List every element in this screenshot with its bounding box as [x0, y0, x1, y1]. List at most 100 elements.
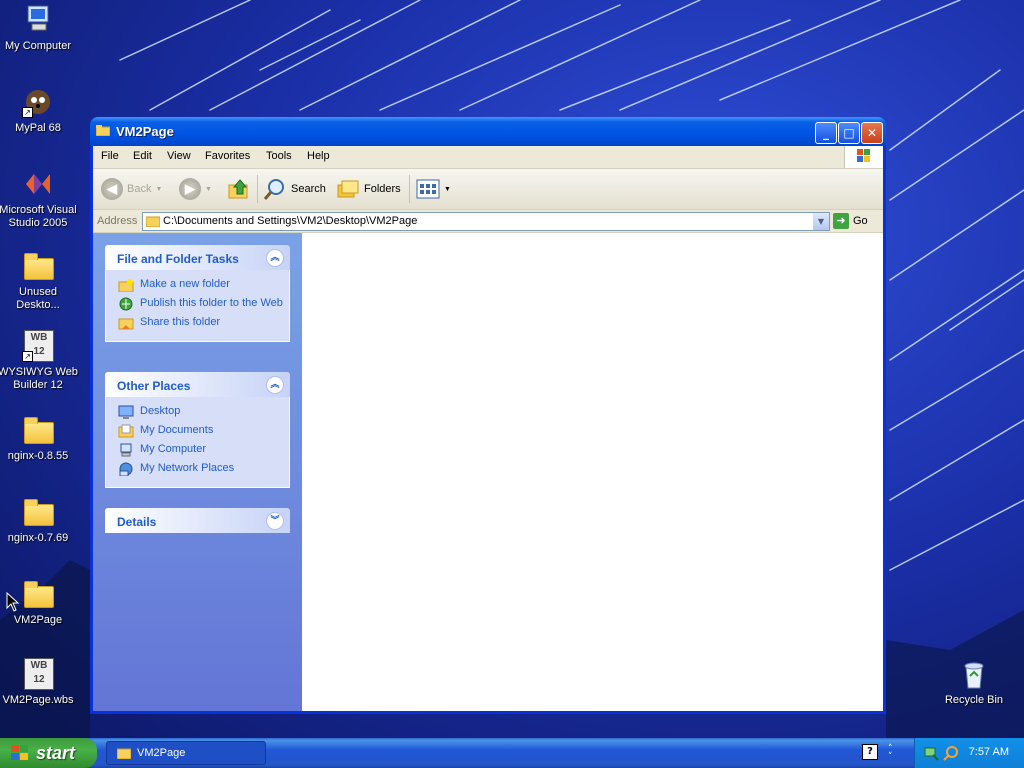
desktop-icon-label: VM2Page: [13, 614, 63, 626]
search-label: Search: [291, 183, 326, 195]
menu-help[interactable]: Help: [307, 150, 330, 162]
publish-globe-icon: [119, 297, 133, 311]
system-tray: 7:57 AM: [914, 738, 1024, 768]
file-folder-tasks-panel: File and Folder Tasks ︽ Make a new folde…: [105, 245, 290, 342]
expand-chevron-icon[interactable]: ︾: [266, 512, 284, 530]
forward-arrow-icon: ▶: [179, 178, 201, 200]
desktop-icon-web-builder[interactable]: WB 12 ↗ WYSIWYG Web Builder 12: [0, 330, 78, 392]
search-tray-icon[interactable]: [943, 745, 959, 761]
mouse-cursor-icon: [6, 592, 20, 612]
panel-header[interactable]: File and Folder Tasks ︽: [105, 245, 290, 270]
minimize-button[interactable]: _: [815, 122, 837, 144]
share-folder-icon: [118, 318, 134, 330]
address-input[interactable]: C:\Documents and Settings\VM2\Desktop\VM…: [142, 212, 830, 231]
window-titlebar[interactable]: VM2Page _ □ ✕: [90, 117, 886, 146]
folder-content-area[interactable]: [302, 233, 883, 711]
back-arrow-icon: ◀: [101, 178, 123, 200]
go-button[interactable]: ➜ Go: [833, 213, 868, 229]
desktop-icon-vm2page-wbs[interactable]: WB 12 VM2Page.wbs: [0, 658, 78, 707]
desktop-icon-label: nginx-0.7.69: [7, 532, 69, 544]
place-my-documents[interactable]: My Documents: [118, 424, 289, 438]
network-tray-icon[interactable]: [923, 745, 939, 761]
collapse-chevron-icon[interactable]: ︽: [266, 249, 284, 267]
svg-text:˅: ˅: [888, 752, 893, 760]
other-places-panel: Other Places ︽ Desktop My Documents My C…: [105, 372, 290, 488]
menu-favorites[interactable]: Favorites: [205, 150, 250, 162]
forward-button[interactable]: ▶ ▼: [179, 177, 212, 201]
collapse-chevron-icon[interactable]: ︽: [266, 376, 284, 394]
chevron-down-icon: ▼: [205, 185, 212, 193]
help-tray-icon[interactable]: ?: [862, 744, 878, 760]
windows-logo-icon: [844, 146, 883, 168]
address-value: C:\Documents and Settings\VM2\Desktop\VM…: [163, 215, 418, 227]
taskbar-window-label: VM2Page: [137, 747, 186, 759]
maximize-button[interactable]: □: [838, 122, 860, 144]
web-builder-icon: WB 12: [24, 658, 54, 690]
close-button[interactable]: ✕: [861, 122, 883, 144]
place-label: My Documents: [140, 424, 214, 436]
desktop-icon-visual-studio[interactable]: Microsoft Visual Studio 2005: [0, 168, 78, 230]
place-label: My Network Places: [140, 462, 235, 474]
toolbar: ◀ Back ▼ ▶ ▼ Search Folders ▼: [93, 169, 883, 210]
address-dropdown-button[interactable]: ▼: [813, 213, 829, 230]
place-my-computer[interactable]: My Computer: [118, 443, 289, 457]
desktop-icon-nginx-0769[interactable]: nginx-0.7.69: [0, 496, 78, 545]
back-button[interactable]: ◀ Back ▼: [101, 177, 162, 201]
panel-body: Desktop My Documents My Computer My Netw…: [105, 397, 290, 488]
desktop-icon: [118, 405, 134, 419]
panel-title: Details: [117, 515, 157, 529]
desktop-icon-my-computer[interactable]: My Computer: [0, 4, 78, 53]
search-icon: [263, 179, 284, 200]
start-button[interactable]: start: [0, 738, 97, 768]
desktop-icon-mypal[interactable]: ↗ MyPal 68: [0, 86, 78, 135]
my-documents-icon: [118, 424, 134, 438]
explorer-window: VM2Page _ □ ✕ File Edit View Favorites T…: [90, 117, 886, 714]
up-folder-button[interactable]: [227, 177, 251, 201]
go-label: Go: [853, 215, 868, 227]
toolbar-separator: [409, 175, 410, 203]
recycle-bin-icon: [964, 662, 984, 689]
task-share-folder[interactable]: Share this folder: [118, 316, 289, 330]
desktop-icon-label: My Computer: [4, 40, 72, 52]
folder-icon: [96, 125, 110, 136]
search-button[interactable]: Search: [263, 177, 326, 201]
place-label: My Computer: [140, 443, 207, 455]
folders-button[interactable]: Folders: [336, 177, 401, 201]
desktop-icon-label: nginx-0.8.55: [7, 450, 69, 462]
place-desktop[interactable]: Desktop: [118, 405, 289, 419]
panel-body: Make a new folder Publish this folder to…: [105, 270, 290, 342]
task-make-new-folder[interactable]: Make a new folder: [118, 278, 289, 292]
views-button[interactable]: ▼: [416, 177, 451, 201]
place-my-network-places[interactable]: My Network Places: [118, 462, 289, 476]
windows-logo-icon: [11, 745, 28, 760]
desktop-icon-recycle-bin[interactable]: Recycle Bin: [934, 658, 1014, 707]
panel-header[interactable]: Other Places ︽: [105, 372, 290, 397]
menu-tools[interactable]: Tools: [266, 150, 292, 162]
tray-chevron-icon[interactable]: ˄˅: [886, 742, 898, 760]
taskbar-window-button[interactable]: VM2Page: [106, 741, 266, 765]
desktop-icon-label: Recycle Bin: [944, 694, 1004, 706]
desktop-icon-label: MyPal 68: [15, 122, 61, 134]
task-pane: File and Folder Tasks ︽ Make a new folde…: [93, 233, 302, 711]
folder-icon: [24, 581, 54, 608]
folders-icon: [337, 180, 359, 198]
menu-edit[interactable]: Edit: [133, 150, 152, 162]
address-label: Address: [97, 215, 138, 227]
clock[interactable]: 7:57 AM: [969, 746, 1009, 758]
panel-header[interactable]: Details ︾: [105, 508, 290, 533]
toolbar-separator: [257, 175, 258, 203]
go-arrow-icon: ➜: [833, 213, 849, 229]
menu-file[interactable]: File: [101, 150, 119, 162]
task-label: Make a new folder: [140, 278, 230, 290]
address-bar: Address C:\Documents and Settings\VM2\De…: [93, 210, 883, 233]
desktop-icon-label: VM2Page.wbs: [2, 694, 74, 706]
details-panel: Details ︾: [105, 508, 290, 533]
computer-icon: [27, 5, 49, 31]
desktop-icon-nginx-0855[interactable]: nginx-0.8.55: [0, 414, 78, 463]
place-label: Desktop: [140, 405, 181, 417]
panel-title: Other Places: [117, 379, 191, 393]
task-publish-web[interactable]: Publish this folder to the Web: [118, 297, 289, 311]
visual-studio-icon: [26, 174, 50, 194]
desktop-icon-unused[interactable]: Unused Deskto...: [0, 250, 78, 312]
menu-view[interactable]: View: [167, 150, 191, 162]
